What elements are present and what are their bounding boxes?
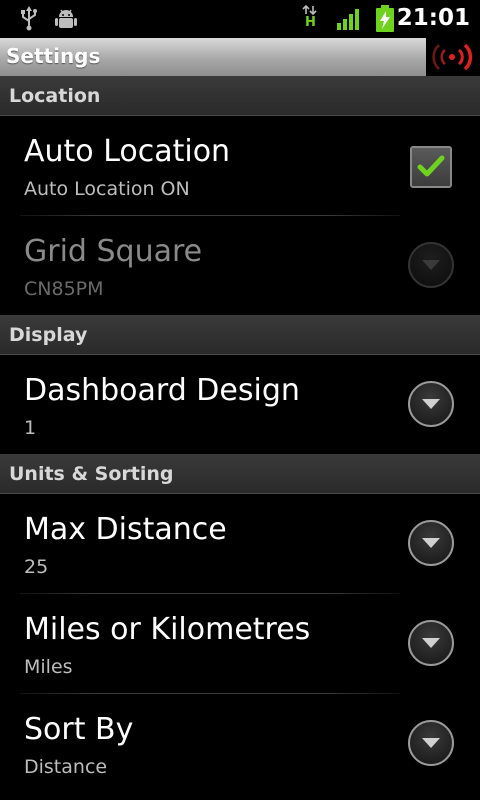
- pref-dashboard-design[interactable]: Dashboard Design 1: [0, 355, 480, 454]
- android-debug-icon: [54, 7, 78, 35]
- chevron-down-icon: [408, 242, 454, 288]
- usb-icon: [18, 5, 40, 35]
- pref-sort-by[interactable]: Sort By Distance: [0, 694, 480, 793]
- pref-summary: 25: [24, 556, 49, 578]
- status-time: 21:01: [396, 5, 470, 31]
- signal-bars-icon: [336, 7, 362, 35]
- checkmark-icon: [417, 155, 445, 177]
- pref-title: Max Distance: [24, 512, 227, 547]
- pref-summary: Auto Location ON: [24, 178, 190, 200]
- status-bar: H 21:01: [0, 0, 480, 38]
- auto-location-checkbox[interactable]: [410, 146, 452, 188]
- pref-summary: Distance: [24, 756, 108, 778]
- pref-summary: CN85PM: [24, 278, 104, 300]
- chevron-down-icon[interactable]: [408, 720, 454, 766]
- pref-max-distance[interactable]: Max Distance 25: [0, 494, 480, 593]
- category-units-sorting: Units & Sorting: [0, 454, 480, 494]
- chevron-down-icon[interactable]: [408, 381, 454, 427]
- title-bar: Settings: [0, 38, 480, 76]
- pref-summary: 1: [24, 417, 37, 439]
- pref-miles-or-kilometres[interactable]: Miles or Kilometres Miles: [0, 594, 480, 693]
- pref-auto-location[interactable]: Auto Location Auto Location ON: [0, 116, 480, 215]
- pref-grid-square: Grid Square CN85PM: [0, 216, 480, 315]
- category-location: Location: [0, 76, 480, 116]
- pref-title: Grid Square: [24, 234, 203, 269]
- category-display: Display: [0, 315, 480, 355]
- battery-charging-icon: [375, 5, 395, 37]
- page-title: Settings: [6, 44, 101, 68]
- chevron-down-icon[interactable]: [408, 520, 454, 566]
- chevron-down-icon[interactable]: [408, 620, 454, 666]
- pref-summary: Miles: [24, 656, 73, 678]
- pref-title: Miles or Kilometres: [24, 612, 311, 647]
- pref-title: Auto Location: [24, 134, 231, 169]
- pref-title: Sort By: [24, 712, 134, 747]
- broadcast-signal-icon[interactable]: [428, 40, 476, 78]
- network-type-label: H: [305, 15, 316, 30]
- pref-title: Dashboard Design: [24, 373, 300, 408]
